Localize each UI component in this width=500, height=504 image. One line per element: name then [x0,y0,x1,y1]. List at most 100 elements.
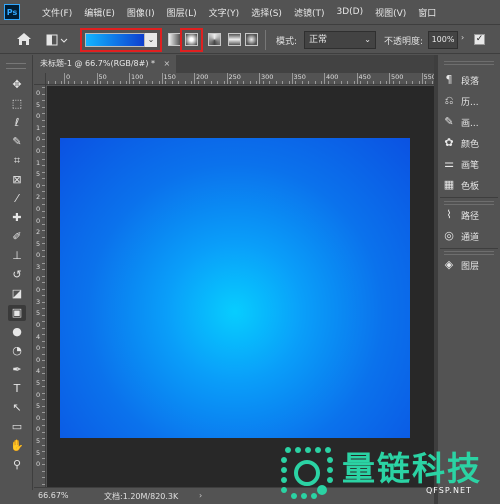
blur-tool-icon[interactable]: ● [8,324,26,340]
type-tool-icon[interactable]: T [8,381,26,397]
ruler-tick-label: 0 [36,112,41,121]
toolbar-grip[interactable] [6,63,26,69]
menu-type[interactable]: 文字(Y) [203,6,246,19]
eyedropper-tool-icon[interactable]: ⁄ [8,191,26,207]
dodge-tool-icon[interactable]: ◔ [8,343,26,359]
chevron-right-icon[interactable]: › [199,491,202,500]
opacity-input[interactable]: 100% [428,31,458,49]
ruler-minor-tick [301,81,303,84]
panel-group-grip[interactable] [444,61,494,65]
healing-tool-icon[interactable]: ✚ [8,210,26,226]
move-tool-icon[interactable]: ✥ [8,77,26,93]
ruler-tick-label: 2 [36,193,41,202]
panel-channels[interactable]: ◎ 通道 [442,227,498,245]
crop-tool-icon[interactable]: ⌗ [8,153,26,169]
angle-gradient-button[interactable] [208,33,221,46]
ruler-minor-tick [42,171,45,173]
zoom-level[interactable]: 66.67% [38,491,69,500]
ruler-tick-label: 0 [36,355,41,364]
ruler-minor-tick [165,81,166,84]
ruler-minor-tick [42,379,45,381]
pen-tool-icon[interactable]: ✒ [8,362,26,378]
menu-file[interactable]: 文件(F) [36,6,78,19]
frame-tool-icon[interactable]: ⊠ [8,172,26,188]
ruler-minor-tick [87,81,88,84]
panel-paragraph[interactable]: ¶ 段落 [442,71,498,89]
chevron-right-icon[interactable]: › [461,33,464,42]
gradient-tool-icon[interactable]: ▣ [8,305,26,321]
chevron-down-icon[interactable]: ⌄ [145,33,157,47]
reflected-gradient-button[interactable] [228,33,241,46]
ruler-minor-tick [42,470,45,472]
gradient-swatch[interactable] [85,33,145,47]
gradient-picker[interactable]: ⌄ [80,28,162,52]
document-canvas[interactable] [60,138,410,438]
ruler-minor-tick [42,269,45,270]
panel-separator [440,248,498,249]
ruler-minor-tick [42,340,45,342]
ruler-origin[interactable] [34,73,46,85]
tool-preset-picker[interactable] [46,33,68,47]
horizontal-ruler[interactable]: 0 50 100 150 200 250 300 350 400 450 500 550 [46,73,434,85]
ruler-tick-label: 5 [36,379,41,387]
panel-group-grip[interactable] [444,251,494,255]
opacity-label: 不透明度: [384,37,424,47]
panel-swatches[interactable]: ▦ 色板 [442,176,498,194]
zoom-tool-icon[interactable]: ⚲ [8,457,26,473]
panel-brush-settings[interactable]: ⚌ 画笔 [442,155,498,173]
ruler-tick-label: 0 [36,216,41,225]
blend-mode-select[interactable]: 正常 ⌄ [304,31,376,49]
menu-layer[interactable]: 图层(L) [161,6,203,19]
panel-layers[interactable]: ◈ 图层 [442,256,498,274]
ruler-minor-tick [42,210,45,212]
ruler-tick-label: 0 [36,413,41,422]
ruler-minor-tick [42,334,45,335]
quick-select-tool-icon[interactable]: ✎ [8,134,26,150]
lasso-tool-icon[interactable]: ℓ [8,115,26,131]
marquee-tool-icon[interactable]: ⬚ [8,96,26,112]
ruler-minor-tick [80,81,82,84]
ruler-minor-tick [42,353,45,355]
ruler-minor-tick [42,308,45,309]
menu-window[interactable]: 窗口 [412,6,442,19]
eraser-tool-icon[interactable]: ◪ [8,286,26,302]
ruler-minor-tick [399,81,400,84]
brush-tool-icon[interactable]: ✐ [8,229,26,245]
ruler-minor-tick [54,81,56,84]
ruler-minor-tick [42,464,45,465]
home-icon[interactable] [16,32,32,46]
menu-select[interactable]: 选择(S) [245,6,288,19]
canvas-workspace[interactable] [47,86,434,487]
document-tab[interactable]: 未标题-1 @ 66.7%(RGB/8#) * × [34,55,177,73]
ruler-tick-label: 0 [36,274,41,283]
panel-paths[interactable]: ⌇ 路径 [442,206,498,224]
vertical-ruler[interactable]: 0 5 0 1 0 0 1 5 0 2 0 0 2 5 0 3 0 0 3 5 0 4 0 0 4 5 0 5 0 0 5 5 0 [34,85,46,487]
ruler-tick-label: 400 [326,73,339,81]
ruler-minor-tick [334,81,335,84]
panel-group-grip[interactable] [444,201,494,205]
ruler-tick-label: 0 [36,286,41,295]
history-brush-tool-icon[interactable]: ↺ [8,267,26,283]
hand-tool-icon[interactable]: ✋ [8,438,26,454]
panel-history[interactable]: ⎌ 历... [442,92,498,110]
photoshop-logo[interactable]: Ps [4,4,20,20]
radial-gradient-button[interactable] [185,33,198,46]
ruler-tick-label: 3 [36,297,41,306]
ruler-minor-tick [119,81,121,84]
ruler-tick-label: 5 [36,448,41,457]
path-select-tool-icon[interactable]: ↖ [8,400,26,416]
rectangle-tool-icon[interactable]: ▭ [8,419,26,435]
menu-view[interactable]: 视图(V) [369,6,412,19]
menu-3d[interactable]: 3D(D) [330,7,369,17]
menu-image[interactable]: 图像(I) [121,6,161,19]
ruler-tick-label: 300 [261,73,274,81]
close-icon[interactable]: × [164,59,171,68]
panel-color[interactable]: ✿ 颜色 [442,134,498,152]
diamond-gradient-button[interactable] [245,33,258,46]
menu-filter[interactable]: 滤镜(T) [288,6,331,19]
ruler-minor-tick [100,81,101,84]
menu-edit[interactable]: 编辑(E) [78,6,121,19]
reverse-checkbox[interactable]: ✓ [474,34,485,45]
panel-brush-presets[interactable]: ✎ 画... [442,113,498,131]
clone-stamp-tool-icon[interactable]: ⊥ [8,248,26,264]
